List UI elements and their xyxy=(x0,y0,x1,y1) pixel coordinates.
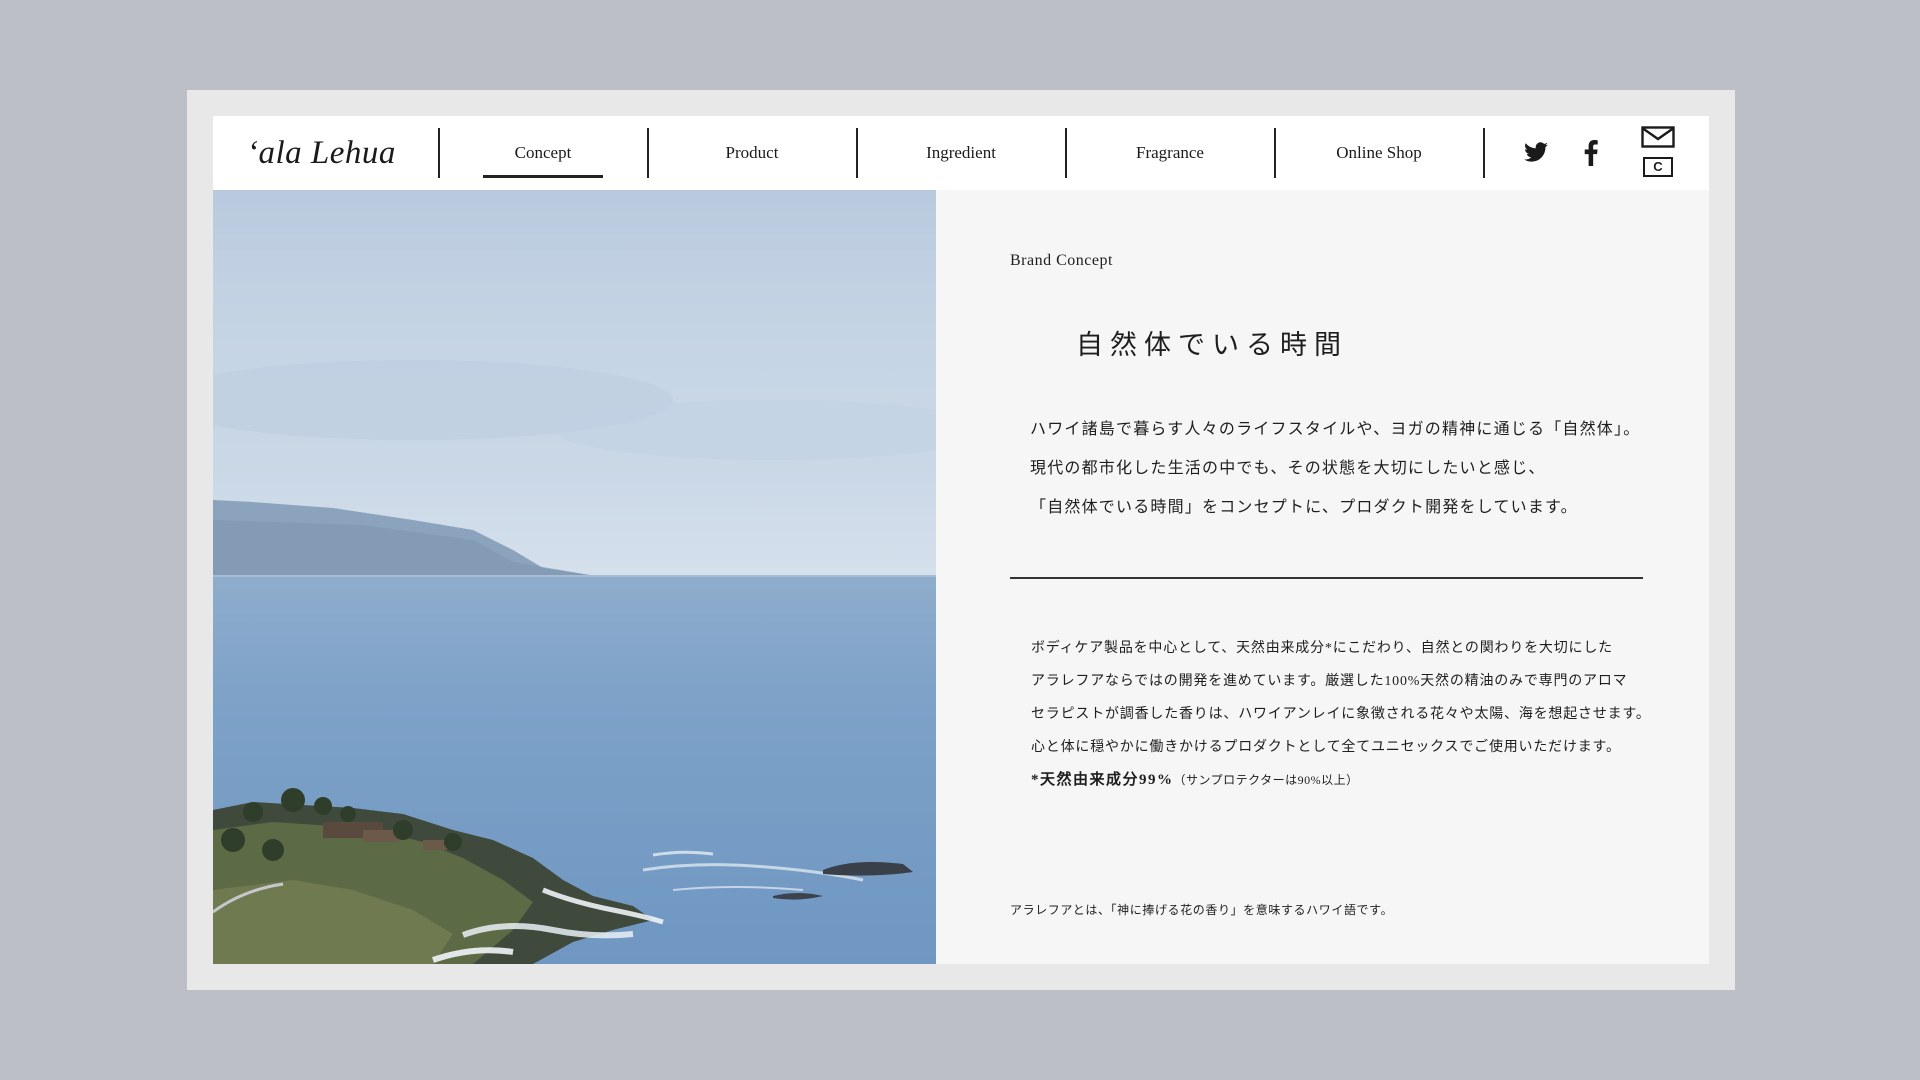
nav-item-ingredient[interactable]: Ingredient xyxy=(858,116,1064,190)
section-divider xyxy=(1010,577,1643,579)
contact-links: C xyxy=(1641,126,1675,180)
copyright-letter: C xyxy=(1653,159,1663,174)
browser-frame: ʻala Lehua Concept Product Ingredient Fr… xyxy=(187,90,1735,990)
mail-icon[interactable] xyxy=(1641,126,1675,148)
nav-item-label: Fragrance xyxy=(1136,143,1204,162)
body-line: アラレフアならではの開発を進めています。厳選した100%天然の精油のみで専門のア… xyxy=(1031,674,1628,689)
section-label: Brand Concept xyxy=(1010,252,1113,269)
twitter-icon[interactable] xyxy=(1521,138,1551,168)
site-header: ʻala Lehua Concept Product Ingredient Fr… xyxy=(213,116,1709,190)
intro-line: 「自然体でいる時間」をコンセプトに、プロダクト開発をしています。 xyxy=(1030,499,1578,516)
nav-item-label: Product xyxy=(725,143,779,162)
nav-item-label: Concept xyxy=(514,143,572,162)
footnote: *天然由来成分99%（サンプロテクターは90%以上） xyxy=(1031,764,1651,797)
web-page: ʻala Lehua Concept Product Ingredient Fr… xyxy=(213,116,1709,964)
facebook-icon[interactable] xyxy=(1576,138,1606,168)
body-line: セラピストが調香した香りは、ハワイアンレイに象徴される花々や太陽、海を想起させま… xyxy=(1031,707,1651,722)
nav-active-underline xyxy=(483,175,603,178)
concept-body: ボディケア製品を中心として、天然由来成分*にこだわり、自然との関わりを大切にした… xyxy=(1031,632,1651,797)
body-line: ボディケア製品を中心として、天然由来成分*にこだわり、自然との関わりを大切にした xyxy=(1031,641,1613,656)
hero-ocean-photo xyxy=(213,190,936,964)
nav-item-concept[interactable]: Concept xyxy=(440,116,646,190)
body-line: 心と体に穏やかに働きかけるプロダクトとして全てユニセックスでご使用いただけます。 xyxy=(1031,740,1621,755)
footnote-main: *天然由来成分99% xyxy=(1031,772,1174,788)
nav-item-label: Online Shop xyxy=(1336,143,1422,162)
nav-item-online-shop[interactable]: Online Shop xyxy=(1276,116,1482,190)
concept-section: Brand Concept 自然体でいる時間 ハワイ諸島で暮らす人々のライフスタ… xyxy=(936,190,1709,964)
footnote-small: （サンプロテクターは90%以上） xyxy=(1173,773,1359,787)
brand-logo[interactable]: ʻala Lehua xyxy=(247,132,396,174)
intro-line: 現代の都市化した生活の中でも、その状態を大切にしたいと感じ、 xyxy=(1030,460,1546,477)
copyright-c-icon[interactable]: C xyxy=(1643,157,1673,177)
concept-headline: 自然体でいる時間 xyxy=(1076,330,1348,360)
intro-line: ハワイ諸島で暮らす人々のライフスタイルや、ヨガの精神に通じる「自然体」。 xyxy=(1030,421,1641,438)
brand-name-caption: アラレフアとは、「神に捧げる花の香り」を意味するハワイ語です。 xyxy=(1010,903,1394,917)
concept-intro: ハワイ諸島で暮らす人々のライフスタイルや、ヨガの精神に通じる「自然体」。 現代の… xyxy=(1030,410,1670,527)
nav-divider xyxy=(1483,128,1485,178)
nav-item-product[interactable]: Product xyxy=(649,116,855,190)
nav-item-fragrance[interactable]: Fragrance xyxy=(1067,116,1273,190)
nav-item-label: Ingredient xyxy=(926,143,996,162)
